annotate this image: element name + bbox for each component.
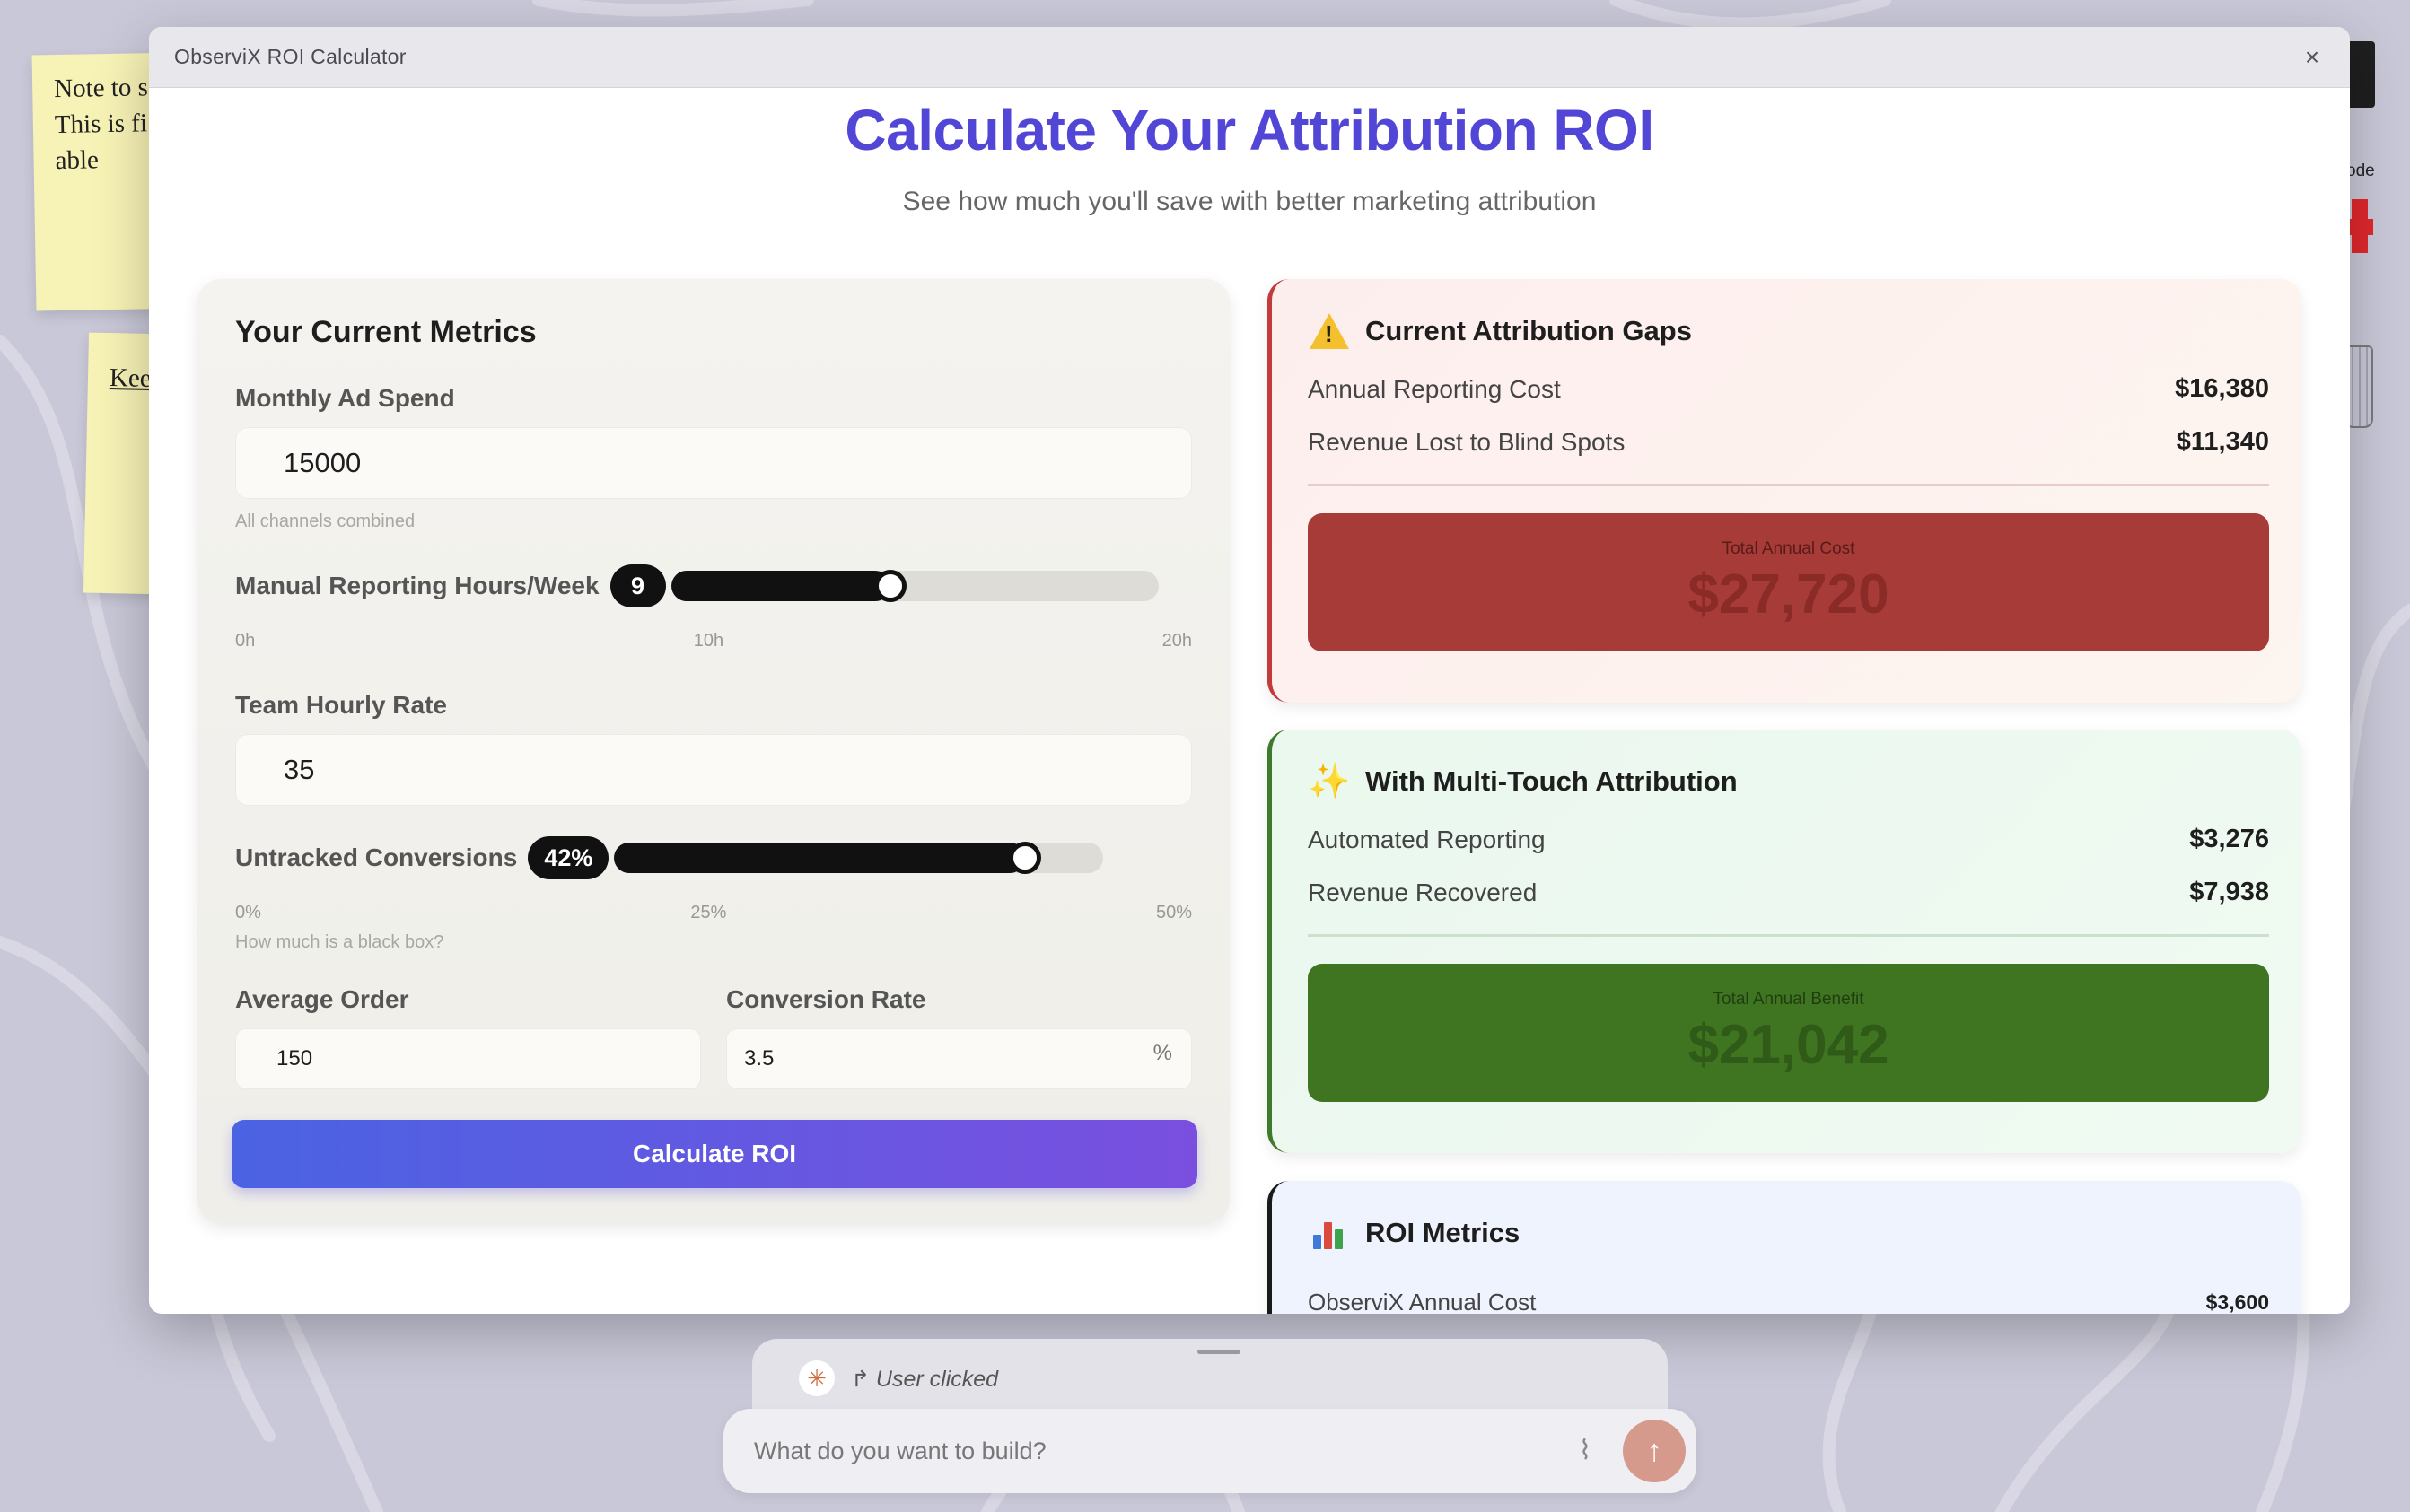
sticky-note-text: Kee xyxy=(109,363,153,394)
conversion-rate-input[interactable] xyxy=(726,1028,1192,1089)
untracked-value-badge: 42% xyxy=(528,836,609,879)
metric-row: Automated Reporting $3,276 xyxy=(1308,825,2269,854)
send-button[interactable]: ↑ xyxy=(1623,1420,1686,1482)
sticky-note-text: Note to s This is fi able xyxy=(53,73,149,176)
tick-label: 0h xyxy=(235,631,256,651)
slider-fill xyxy=(614,843,1026,873)
metric-label: Automated Reporting xyxy=(1308,825,1546,853)
window-title: ObserviX ROI Calculator xyxy=(174,45,407,68)
ad-spend-label: Monthly Ad Spend xyxy=(235,384,455,412)
metric-label: ObserviX Annual Cost xyxy=(1308,1289,1537,1314)
total-annual-cost-box: Total Annual Cost $27,720 xyxy=(1308,513,2269,651)
red-cross-icon[interactable] xyxy=(2346,199,2373,253)
average-order-label: Average Order xyxy=(235,985,409,1013)
card-title: With Multi-Touch Attribution xyxy=(1365,765,1738,797)
page-subtitle: See how much you'll save with better mar… xyxy=(902,187,1597,216)
ad-spend-hint: All channels combined xyxy=(235,511,416,531)
hourly-rate-input[interactable] xyxy=(235,734,1192,806)
metric-label: Annual Reporting Cost xyxy=(1308,374,1561,403)
close-icon[interactable]: × xyxy=(2294,39,2330,75)
tick-label: 0% xyxy=(235,903,261,922)
card-title: Current Attribution Gaps xyxy=(1365,315,1692,346)
panel-title: Your Current Metrics xyxy=(235,315,537,349)
metric-value: $3,276 xyxy=(2189,825,2269,853)
tick-label: 20h xyxy=(1161,631,1192,651)
divider xyxy=(1308,484,2269,486)
total-label: Total Annual Benefit xyxy=(1713,989,1864,1009)
activity-event-text: User clicked xyxy=(875,1367,999,1392)
card-title: ROI Metrics xyxy=(1365,1217,1520,1248)
tick-label: 10h xyxy=(693,631,724,651)
metric-label: Revenue Lost to Blind Spots xyxy=(1308,427,1626,456)
metric-value: $7,938 xyxy=(2189,878,2269,906)
multi-touch-card: ✨ With Multi-Touch Attribution Automated… xyxy=(1267,730,2301,1153)
calculate-roi-button[interactable]: Calculate ROI xyxy=(232,1120,1197,1188)
average-order-input[interactable] xyxy=(235,1028,701,1089)
card-header: ✨ With Multi-Touch Attribution xyxy=(1308,762,2269,801)
total-value: $27,720 xyxy=(1687,563,1889,625)
untracked-hint: How much is a black box? xyxy=(235,932,444,952)
metric-value: $11,340 xyxy=(2176,427,2269,456)
current-metrics-panel: Your Current Metrics Monthly Ad Spend Al… xyxy=(197,279,1230,1223)
card-header: ROI Metrics xyxy=(1308,1213,2269,1253)
hours-slider[interactable] xyxy=(670,570,1159,602)
warning-icon xyxy=(1308,311,1351,351)
assistant-avatar-icon: ✳ xyxy=(799,1360,835,1396)
activity-event: ↱ User clicked xyxy=(851,1367,999,1392)
untracked-slider[interactable] xyxy=(614,842,1104,874)
paperclip-icon[interactable]: ⌇ xyxy=(1567,1432,1603,1468)
hours-slider-row: Manual Reporting Hours/Week 9 xyxy=(235,564,1192,607)
roi-calculator-window: ObserviX ROI Calculator × Calculate Your… xyxy=(149,27,2350,1314)
chat-composer: ✳ ↱ User clicked ⌇ ↑ xyxy=(723,1339,1696,1500)
percent-suffix: % xyxy=(1152,1041,1172,1065)
hourly-rate-label: Team Hourly Rate xyxy=(235,691,447,719)
tick-label: 25% xyxy=(690,903,727,922)
attribution-gaps-card: Current Attribution Gaps Annual Reportin… xyxy=(1267,279,2301,703)
window-titlebar[interactable]: ObserviX ROI Calculator × xyxy=(149,27,2350,88)
tick-label: 50% xyxy=(1155,903,1192,922)
divider xyxy=(1308,934,2269,937)
chat-input[interactable] xyxy=(754,1429,1544,1473)
sparkles-icon: ✨ xyxy=(1308,763,1351,800)
chat-input-box: ⌇ ↑ xyxy=(723,1409,1696,1493)
conversion-rate-label: Conversion Rate xyxy=(726,985,926,1013)
metric-row: ObserviX Annual Cost $3,600 xyxy=(1308,1289,2269,1314)
hours-ticks: 0h 10h 20h xyxy=(235,631,1192,651)
untracked-ticks: 0% 25% 50% xyxy=(235,903,1192,923)
bar-chart-icon xyxy=(1308,1213,1351,1253)
desktop-item-label: ode xyxy=(2346,162,2375,180)
total-value: $21,042 xyxy=(1687,1013,1889,1076)
metric-row: Revenue Recovered $7,938 xyxy=(1308,878,2269,907)
metric-row: Revenue Lost to Blind Spots $11,340 xyxy=(1308,427,2269,457)
slider-handle[interactable] xyxy=(873,570,907,602)
metric-row: Annual Reporting Cost $16,380 xyxy=(1308,374,2269,404)
total-annual-benefit-box: Total Annual Benefit $21,042 xyxy=(1308,964,2269,1102)
card-header: Current Attribution Gaps xyxy=(1308,311,2269,351)
untracked-slider-row: Untracked Conversions 42% xyxy=(235,836,1192,879)
page-title: Calculate Your Attribution ROI xyxy=(845,98,1654,162)
metric-value: $3,600 xyxy=(2205,1290,2269,1314)
window-content: Calculate Your Attribution ROI See how m… xyxy=(149,88,2350,1314)
slider-fill xyxy=(670,571,890,601)
roi-metrics-card: ROI Metrics ObserviX Annual Cost $3,600 xyxy=(1267,1181,2301,1314)
drag-handle[interactable] xyxy=(1197,1350,1240,1354)
metric-label: Revenue Recovered xyxy=(1308,878,1538,906)
order-conversion-row: Average Order Conversion Rate % xyxy=(235,985,1192,1089)
hours-value-badge: 9 xyxy=(609,564,666,607)
slider-handle[interactable] xyxy=(1009,842,1042,874)
ad-spend-input[interactable] xyxy=(235,427,1192,499)
total-label: Total Annual Cost xyxy=(1722,538,1855,558)
metric-value: $16,380 xyxy=(2175,374,2269,403)
hours-label: Manual Reporting Hours/Week xyxy=(235,572,600,599)
untracked-label: Untracked Conversions xyxy=(235,843,518,871)
